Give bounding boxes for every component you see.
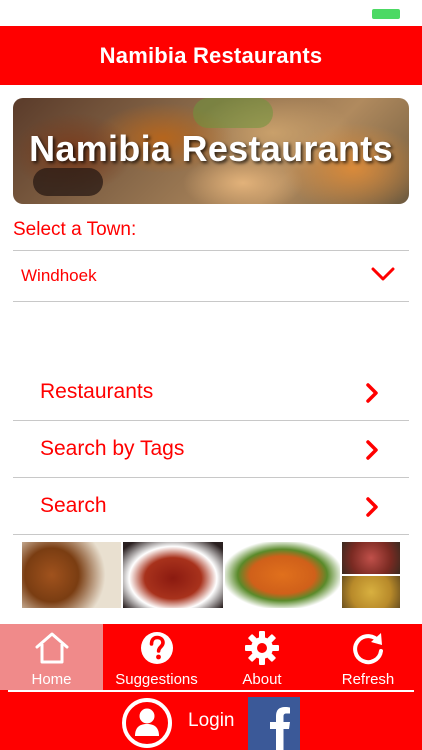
chevron-down-icon [371,267,395,281]
menu-item-restaurants[interactable]: Restaurants [13,364,409,420]
chevron-right-icon [366,440,378,460]
food-gallery [22,542,400,608]
gear-icon [245,631,279,665]
chevron-right-icon [366,383,378,403]
tab-label: Home [31,671,72,688]
chevron-right-icon [366,497,378,517]
tab-label: About [242,671,282,688]
tab-suggestions[interactable]: Suggestions [103,624,210,690]
banner-title: Namibia Restaurants [29,128,393,169]
question-icon [140,632,173,664]
banner-food-detail [193,98,273,128]
login-label: Login [188,710,235,731]
food-photo [342,542,400,574]
town-dropdown[interactable]: Windhoek [13,251,409,301]
food-photo-stack [342,542,400,608]
user-icon [122,698,172,748]
home-icon [35,632,68,664]
divider [13,534,409,535]
login-bar[interactable]: Login [0,690,422,750]
menu-item-search-by-tags[interactable]: Search by Tags [13,421,409,477]
food-photo [224,542,341,608]
divider [8,690,414,692]
menu-item-label: Search by Tags [40,437,185,460]
divider [13,301,409,302]
tab-bar: Home Suggestions About Refresh [0,624,422,690]
town-selected-value: Windhoek [21,266,97,285]
menu-item-label: Restaurants [40,380,154,403]
food-photo [123,542,223,608]
battery-icon [372,9,400,19]
banner-image: Namibia Restaurants [13,98,409,204]
tab-home[interactable]: Home [0,624,103,690]
facebook-icon[interactable] [248,697,300,750]
food-photo [22,542,122,608]
food-photo [342,576,400,608]
page-title: Namibia Restaurants [99,42,323,68]
menu-item-label: Search [40,494,107,517]
status-bar [0,0,422,26]
tab-label: Suggestions [115,671,198,688]
refresh-icon [353,633,383,665]
banner-food-detail [33,168,103,196]
select-town-label: Select a Town: [13,219,137,240]
menu-item-search[interactable]: Search [13,478,409,534]
tab-label: Refresh [341,671,395,688]
tab-about[interactable]: About [210,624,314,690]
tab-refresh[interactable]: Refresh [314,624,422,690]
nav-bar: Namibia Restaurants [0,26,422,85]
